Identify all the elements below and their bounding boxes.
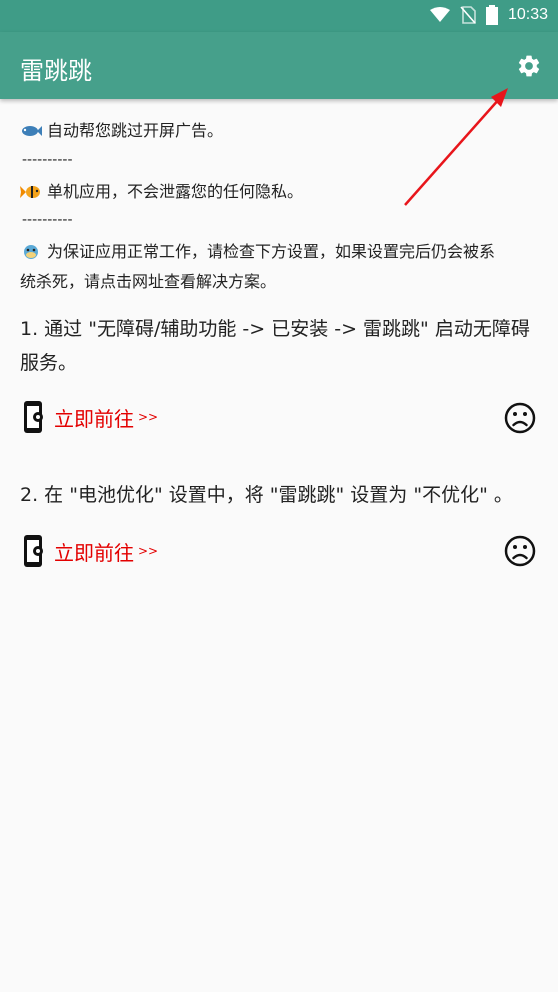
step-2-go-label: 立即前往 bbox=[54, 540, 134, 565]
intro-line-1: 自动帮您跳过开屏广告。 bbox=[20, 117, 223, 145]
phone-settings-icon bbox=[24, 535, 43, 567]
step-1-go-label: 立即前往 bbox=[54, 406, 134, 431]
phone-settings-icon bbox=[24, 401, 43, 433]
separator-2: ---------- bbox=[22, 212, 73, 228]
sad-face-icon bbox=[504, 535, 536, 567]
status-icons: 10:33 bbox=[429, 5, 548, 25]
intro-text-2: 单机应用，不会泄露您的任何隐私。 bbox=[47, 182, 304, 201]
status-bar: 10:33 bbox=[0, 0, 558, 32]
intro-text-3a: 为保证应用正常工作，请检查下方设置，如果设置完后仍会被系 bbox=[47, 242, 496, 261]
wifi-icon bbox=[429, 7, 450, 22]
status-time: 10:33 bbox=[507, 6, 548, 23]
separator-1: ---------- bbox=[22, 152, 73, 168]
step-1-line-2: 服务。 bbox=[20, 352, 78, 374]
step-2-text: 2. 在 "电池优化" 设置中，将 "雷跳跳" 设置为 "不优化" 。 bbox=[20, 478, 540, 512]
no-sim-icon bbox=[460, 6, 476, 24]
settings-button[interactable] bbox=[514, 51, 544, 81]
blowfish-icon bbox=[24, 245, 38, 259]
step-1-go-button[interactable]: 立即前往 >> bbox=[22, 400, 158, 434]
intro-line-3: 为保证应用正常工作，请检查下方设置，如果设置完后仍会被系 bbox=[20, 238, 495, 266]
intro-line-3b: 统杀死，请点击网址查看解决方案。 bbox=[20, 268, 276, 296]
gear-icon bbox=[518, 55, 540, 77]
step-1-line-1: 1. 通过 "无障碍/辅助功能 -> 已安装 -> 雷跳跳" 启动无障碍 bbox=[20, 318, 530, 340]
intro-text-1: 自动帮您跳过开屏广告。 bbox=[47, 121, 224, 140]
step-2-go-arrows: >> bbox=[138, 544, 159, 558]
app-title: 雷跳跳 bbox=[20, 57, 92, 85]
sad-face-icon bbox=[504, 402, 536, 434]
fish-icon bbox=[22, 126, 42, 136]
step-2-line-1: 2. 在 "电池优化" 设置中，将 "雷跳跳" 设置为 "不优化" 。 bbox=[20, 484, 513, 506]
battery-icon bbox=[485, 5, 498, 25]
step-1-go-arrows: >> bbox=[138, 410, 159, 424]
intro-line-2: 单机应用，不会泄露您的任何隐私。 bbox=[20, 178, 303, 206]
intro-text-3b: 统杀死，请点击网址查看解决方案。 bbox=[20, 272, 277, 291]
tropical-fish-icon bbox=[20, 186, 40, 198]
app-bar: 雷跳跳 bbox=[0, 32, 558, 99]
step-1-text: 1. 通过 "无障碍/辅助功能 -> 已安装 -> 雷跳跳" 启动无障碍 服务。 bbox=[20, 312, 540, 380]
step-2-go-button[interactable]: 立即前往 >> bbox=[22, 534, 158, 568]
